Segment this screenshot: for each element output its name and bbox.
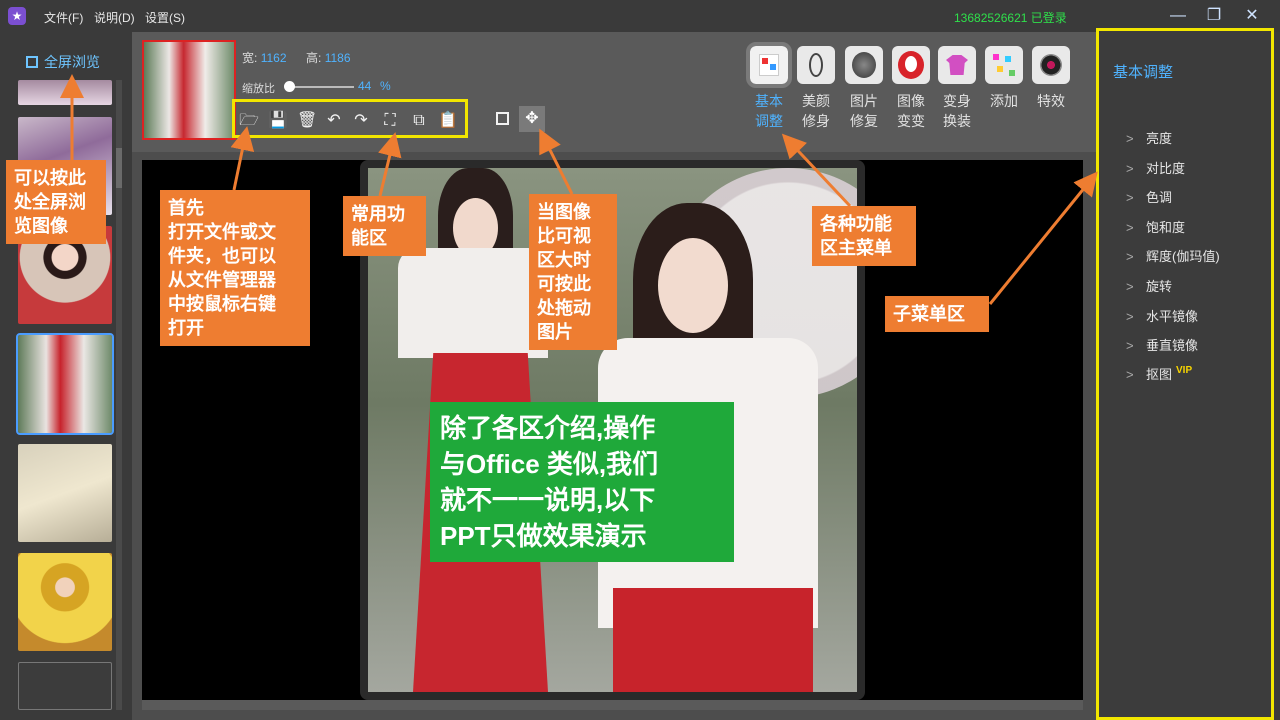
chevron-right-icon: > <box>1126 279 1134 294</box>
height-value: 1186 <box>324 51 351 65</box>
thumbnail-item-selected[interactable] <box>16 333 114 435</box>
callout-summary: 除了各区介绍,操作 与Office 类似,我们 就不一一说明,以下 PPT只做效… <box>430 402 734 562</box>
width-label: 宽: <box>242 51 258 65</box>
menu-help[interactable]: 说明(D) <box>94 9 135 26</box>
basic-adjust-icon <box>746 42 792 88</box>
redo-icon[interactable]: ↷ <box>351 111 371 131</box>
callout-common-tools: 常用功 能区 <box>343 196 426 256</box>
transform-icon <box>892 46 930 84</box>
open-folder-icon[interactable]: 🗁 <box>239 111 259 131</box>
callout-fullscreen: 可以按此 处全屏浏 览图像 <box>6 160 106 244</box>
func-repair[interactable]: 图片 修复 <box>843 46 885 131</box>
restore-icon[interactable]: ❐ <box>1204 6 1224 26</box>
func-effects[interactable]: 特效 <box>1030 46 1072 111</box>
func-beauty[interactable]: 美颜 修身 <box>795 46 837 131</box>
func-effects-label: 特效 <box>1037 93 1065 109</box>
chevron-right-icon: > <box>1126 367 1134 382</box>
submenu-saturation[interactable]: > 饱和度 <box>1126 217 1185 236</box>
effects-icon <box>1032 46 1070 84</box>
thumbnail-empty-slot[interactable] <box>18 662 112 710</box>
thumbnail-item[interactable] <box>18 80 112 105</box>
func-basic-adjust-label: 基本 调整 <box>755 93 783 129</box>
chevron-right-icon: > <box>1126 338 1134 353</box>
copy-icon[interactable]: ⧉ <box>409 111 429 131</box>
title-bar: ★ 文件(F) 说明(D) 设置(S) 13682526621 已登录 — ❐ … <box>0 0 1280 32</box>
thumbnail-item[interactable] <box>18 553 112 651</box>
submenu-rotate[interactable]: > 旋转 <box>1126 276 1172 295</box>
height-readout: 高: 1186 <box>306 49 351 66</box>
func-add[interactable]: 添加 <box>983 46 1025 111</box>
func-dress-up-label: 变身 换装 <box>943 93 971 129</box>
height-label: 高: <box>306 51 322 65</box>
submenu-cutout[interactable]: > 抠图 VIP <box>1126 364 1192 383</box>
menu-file[interactable]: 文件(F) <box>44 9 83 26</box>
chevron-right-icon: > <box>1126 161 1134 176</box>
vip-badge: VIP <box>1176 365 1193 376</box>
common-toolbar: 🗁 💾 🗑 ↶ ↷ ⛶ ⧉ 📋 <box>232 99 468 138</box>
submenu-title: 基本调整 <box>1113 64 1174 81</box>
horizontal-scrollbar[interactable] <box>142 700 1083 710</box>
dress-up-icon <box>938 46 976 84</box>
undo-icon[interactable]: ↶ <box>324 111 344 131</box>
submenu-gamma[interactable]: > 辉度(伽玛值) <box>1126 246 1220 265</box>
thumbnail-item[interactable] <box>18 444 112 542</box>
menu-settings[interactable]: 设置(S) <box>145 9 185 26</box>
callout-main-menu: 各种功能 区主菜单 <box>812 206 916 266</box>
app-logo-icon: ★ <box>8 7 26 25</box>
fullscreen-browse-button[interactable]: 全屏浏览 <box>26 52 100 72</box>
callout-submenu: 子菜单区 <box>885 296 989 332</box>
submenu-flip-horizontal[interactable]: > 水平镜像 <box>1126 306 1198 325</box>
chevron-right-icon: > <box>1126 309 1134 324</box>
submenu-flip-vertical[interactable]: > 垂直镜像 <box>1126 335 1198 354</box>
repair-icon <box>845 46 883 84</box>
beauty-icon <box>797 46 835 84</box>
submenu-hue[interactable]: > 色调 <box>1126 187 1172 206</box>
zoom-unit: % <box>380 79 391 93</box>
paste-icon[interactable]: 📋 <box>438 111 458 131</box>
fullscreen-label: 全屏浏览 <box>44 54 100 70</box>
callout-drag: 当图像 比可视 区大时 可按此 处拖动 图片 <box>529 194 617 350</box>
zoom-value: 44 <box>358 79 372 93</box>
func-transform-label: 图像 变变 <box>897 93 925 129</box>
current-image-thumbnail <box>142 40 236 140</box>
callout-open-file: 首先 打开文件或文 件夹，也可以 从文件管理器 中按鼠标右键 打开 <box>160 190 310 346</box>
chevron-right-icon: > <box>1126 249 1134 264</box>
width-readout: 宽: 1162 <box>242 49 287 66</box>
thumbnail-scroll-thumb[interactable] <box>116 148 122 188</box>
fullscreen-icon <box>26 56 38 68</box>
delete-icon[interactable]: 🗑 <box>297 111 317 131</box>
zoom-label: 缩放比 <box>242 83 275 95</box>
fit-window-button[interactable] <box>496 112 509 125</box>
save-icon[interactable]: 💾 <box>268 111 288 131</box>
zoom-slider[interactable] <box>286 86 354 88</box>
add-icon <box>985 46 1023 84</box>
chevron-right-icon: > <box>1126 190 1134 205</box>
close-icon[interactable]: ✕ <box>1242 6 1262 26</box>
width-value: 1162 <box>260 51 287 65</box>
crop-icon[interactable]: ⛶ <box>380 111 400 131</box>
func-dress-up[interactable]: 变身 换装 <box>936 46 978 131</box>
zoom-slider-knob[interactable] <box>284 81 295 92</box>
chevron-right-icon: > <box>1126 220 1134 235</box>
func-beauty-label: 美颜 修身 <box>802 93 830 129</box>
minimize-icon[interactable]: — <box>1168 6 1188 26</box>
func-transform[interactable]: 图像 变变 <box>890 46 932 131</box>
submenu-brightness[interactable]: > 亮度 <box>1126 128 1172 147</box>
login-status: 13682526621 已登录 <box>954 11 1067 25</box>
func-repair-label: 图片 修复 <box>850 93 878 129</box>
drag-image-button[interactable]: ✥ <box>519 106 545 132</box>
func-basic-adjust[interactable]: 基本 调整 <box>746 42 792 131</box>
submenu-contrast[interactable]: > 对比度 <box>1126 158 1185 177</box>
func-add-label: 添加 <box>990 93 1018 109</box>
chevron-right-icon: > <box>1126 131 1134 146</box>
